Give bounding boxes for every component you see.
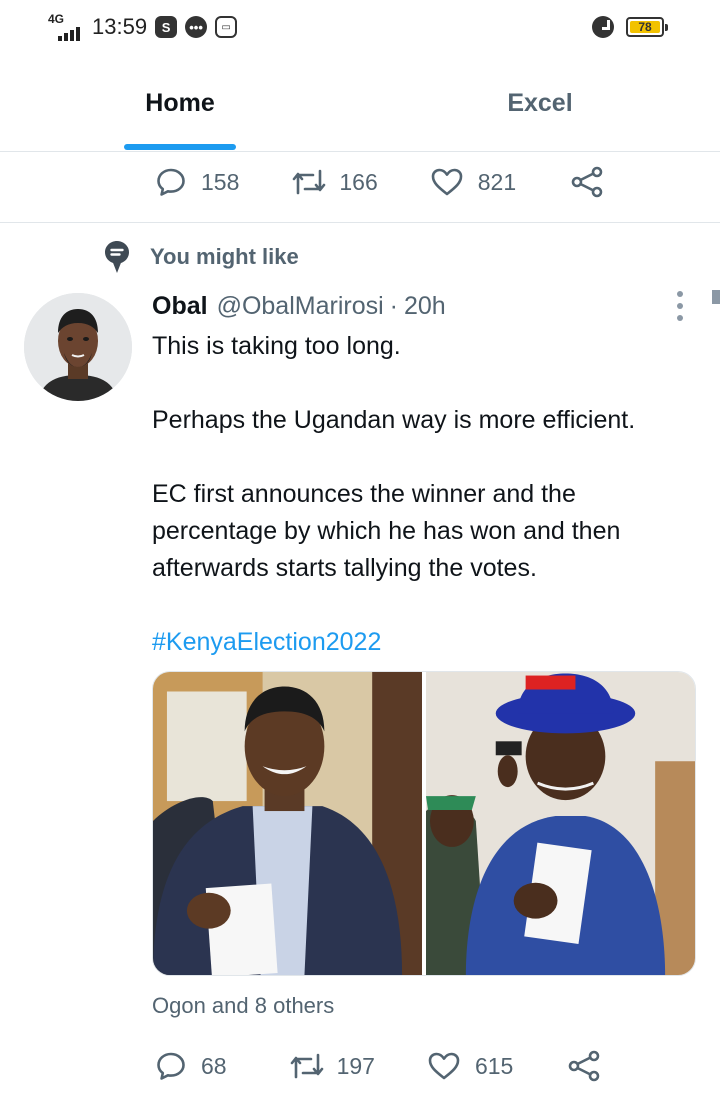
tweet-line: This is taking too long. [152,332,401,360]
like-button[interactable]: 615 [427,1050,513,1082]
divider [0,222,720,223]
battery-icon: 78 [626,17,668,37]
like-count: 615 [474,1052,514,1079]
shazam-icon: S [155,16,178,38]
more-options-icon[interactable] [675,291,685,321]
retweet-icon [290,1053,323,1079]
tweet-header: Obal @ObalMarirosi · 20h [152,292,446,321]
status-bar: 4G 13:59 S ••• ▭ 78 [0,0,720,56]
speech-bubble-icon [105,241,129,273]
author-handle[interactable]: @ObalMarirosi [217,292,384,321]
avatar-image [24,293,132,401]
tab-bar: Home Excel [0,56,720,152]
tweet-line: EC first announces the winner and the pe… [152,480,621,582]
share-icon [571,166,603,198]
reply-button[interactable]: 68 [155,1050,227,1082]
mailbox-icon: ▭ [215,16,238,38]
share-button[interactable] [567,1049,601,1083]
like-button[interactable]: 821 [430,166,516,198]
scrollbar[interactable] [712,290,720,304]
reply-count: 68 [201,1052,227,1079]
reply-icon [157,168,185,196]
tweet-actions: 68 197 615 [155,1044,601,1088]
status-bar-left: 4G 13:59 S ••• ▭ [48,13,238,41]
like-count: 821 [477,168,517,195]
heart-icon [428,1052,460,1080]
suggestion-header: You might like [104,240,299,274]
author-name[interactable]: Obal [152,292,208,321]
tweet-time[interactable]: 20h [404,292,446,321]
tab-home[interactable]: Home [0,56,360,151]
tweet-text: This is taking too long. Perhaps the Uga… [152,328,697,661]
media-image-right[interactable] [426,672,695,975]
status-bar-right: 78 [592,16,668,38]
retweet-button[interactable]: 166 [291,166,378,198]
liked-by-text[interactable]: Ogon and 8 others [152,993,334,1019]
signal-icon: 4G [48,13,82,41]
clock: 13:59 [92,14,148,39]
separator-dot: · [389,292,398,320]
reply-icon [157,1052,185,1080]
share-button[interactable] [570,165,604,199]
suggestion-label: You might like [150,244,299,269]
retweet-count: 197 [336,1052,375,1079]
heart-icon [431,168,463,196]
tweet-media[interactable] [152,671,696,976]
prev-tweet-actions: 158 166 821 [155,160,604,204]
share-icon [569,1050,600,1082]
retweet-icon [293,169,326,195]
retweet-count: 166 [339,168,378,195]
reply-button[interactable]: 158 [155,166,239,198]
tweet-line: Perhaps the Ugandan way is more efficien… [152,406,636,434]
hashtag-link[interactable]: #KenyaElection2022 [152,624,697,661]
retweet-button[interactable]: 197 [289,1050,375,1082]
tab-selected-indicator [124,144,236,150]
tab-excel[interactable]: Excel [360,56,720,151]
alarm-icon [592,16,614,38]
avatar[interactable] [24,293,132,401]
battery-level: 78 [630,20,660,34]
reply-count: 158 [201,168,240,195]
messages-icon: ••• [185,16,208,38]
media-image-left[interactable] [153,672,422,975]
